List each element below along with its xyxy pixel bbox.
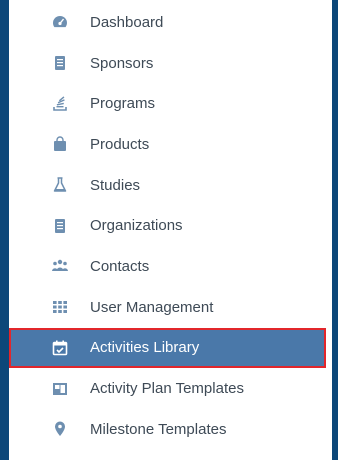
- document-icon: [51, 54, 69, 72]
- sidebar-item-label: Activities Library: [90, 339, 200, 357]
- sidebar-item-label: Sponsors: [90, 54, 154, 72]
- sidebar-item-products[interactable]: Products: [9, 124, 332, 165]
- calendar-check-icon: [51, 339, 69, 357]
- shopping-bag-icon: [51, 135, 69, 153]
- flask-icon: [51, 176, 69, 194]
- sidebar-item-activity-plan-templates[interactable]: Activity Plan Templates: [9, 368, 332, 409]
- layout-icon: [51, 380, 69, 398]
- sidebar-item-label: Products: [90, 135, 150, 153]
- sidebar-item-user-management[interactable]: User Management: [9, 287, 332, 328]
- sidebar-item-label: Dashboard: [90, 13, 164, 31]
- users-icon: [51, 257, 69, 275]
- sidebar-item-sponsors[interactable]: Sponsors: [9, 43, 332, 84]
- app-frame: Dashboard Sponsors Programs Products Stu…: [0, 0, 338, 460]
- sidebar-item-milestone-templates[interactable]: Milestone Templates: [9, 409, 332, 450]
- sidebar-item-label: Studies: [90, 176, 141, 194]
- sidebar-panel: Dashboard Sponsors Programs Products Stu…: [9, 0, 332, 460]
- sidebar-menu: Dashboard Sponsors Programs Products Stu…: [9, 2, 332, 450]
- map-pin-icon: [51, 420, 69, 438]
- sidebar-item-organizations[interactable]: Organizations: [9, 205, 332, 246]
- sidebar-item-label: Milestone Templates: [90, 420, 227, 438]
- sidebar-item-label: User Management: [90, 298, 214, 316]
- sidebar-item-programs[interactable]: Programs: [9, 83, 332, 124]
- sidebar-item-label: Organizations: [90, 217, 183, 235]
- sidebar-item-label: Programs: [90, 95, 156, 113]
- dashboard-icon: [51, 13, 69, 31]
- sidebar-item-studies[interactable]: Studies: [9, 165, 332, 206]
- sidebar-item-activities-library[interactable]: Activities Library: [9, 327, 326, 369]
- building-icon: [51, 217, 69, 235]
- sidebar-item-contacts[interactable]: Contacts: [9, 246, 332, 287]
- sidebar-item-label: Contacts: [90, 257, 150, 275]
- grid-icon: [51, 298, 69, 316]
- stack-icon: [51, 95, 69, 113]
- sidebar-item-dashboard[interactable]: Dashboard: [9, 2, 332, 43]
- sidebar-item-label: Activity Plan Templates: [90, 380, 244, 398]
